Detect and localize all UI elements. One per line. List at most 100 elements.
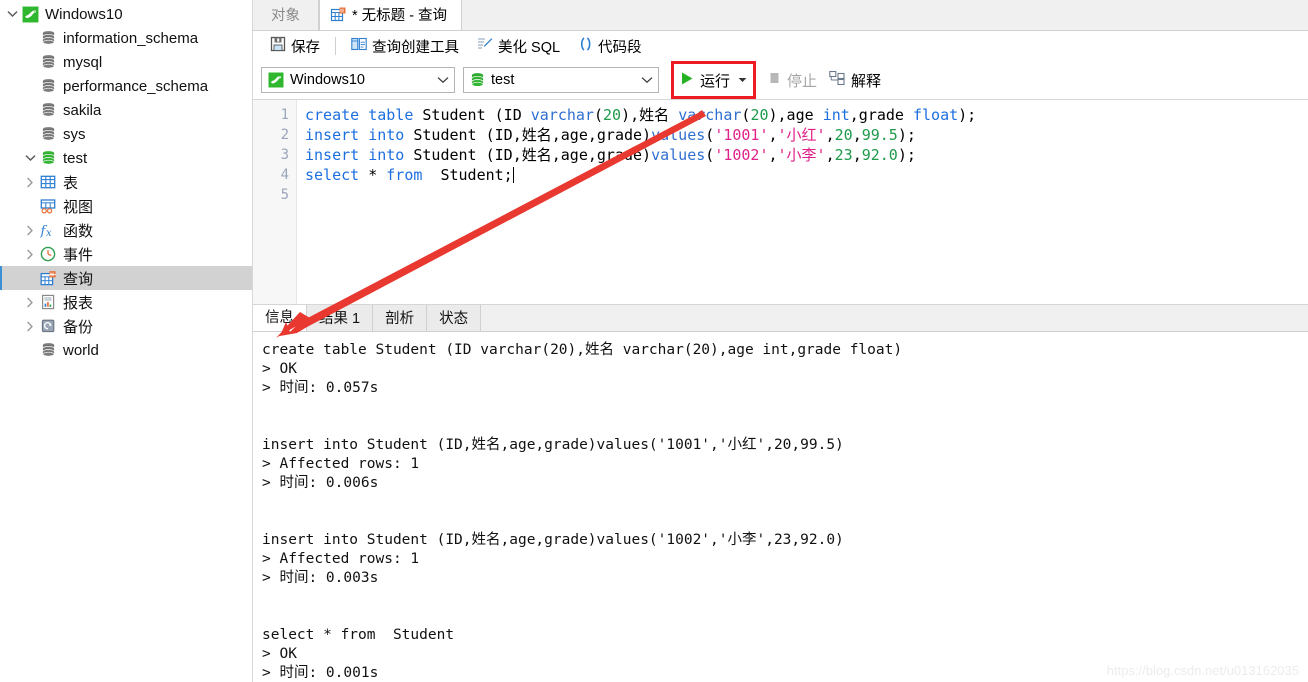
code-token: insert <box>305 125 360 144</box>
function-fx-icon: fx <box>38 222 58 238</box>
tree-item-label: information_schema <box>63 29 199 47</box>
watermark-text: https://blog.csdn.net/u013162035 <box>1106 663 1299 678</box>
beautify-sql-button[interactable]: 美化 SQL <box>468 33 569 59</box>
code-token: '1001' <box>714 125 769 144</box>
tree-item-test[interactable]: test <box>0 146 252 170</box>
tab-objects[interactable]: 对象 <box>253 0 319 30</box>
code-token: , <box>768 125 778 144</box>
tree-item-label: world <box>63 341 99 359</box>
main-pane: 对象 * 无标题 - 查询 保存 查询创建工具 美化 SQL 代码段 Windo… <box>253 0 1308 682</box>
tree-item-node[interactable]: 备份 <box>0 314 252 338</box>
tree-item-label: performance_schema <box>63 77 209 95</box>
code-token: '小李' <box>777 145 826 164</box>
table-icon <box>38 174 58 190</box>
result-tab-strip[interactable]: 信息 结果 1 剖析 状态 <box>253 303 1308 332</box>
explain-button[interactable]: 解释 <box>829 70 881 91</box>
code-token: ); <box>958 105 977 124</box>
tree-item-Windows10[interactable]: Windows10 <box>0 2 252 26</box>
code-line: create table Student (ID varchar(20),姓名 … <box>305 105 1308 125</box>
chevron-down-icon[interactable] <box>636 76 658 84</box>
tree-item-node[interactable]: 查询 <box>0 266 252 290</box>
run-button-highlight-box: 运行 <box>671 61 757 100</box>
chevron-right-icon[interactable] <box>22 297 38 308</box>
result-tab-0[interactable]: 信息 <box>253 303 307 331</box>
tab-query-untitled[interactable]: * 无标题 - 查询 <box>319 0 463 30</box>
tree-item-label: 查询 <box>63 270 94 288</box>
tree-item-label: 报表 <box>63 294 94 312</box>
snippet-label: 代码段 <box>598 39 642 56</box>
code-token: Student; <box>422 165 513 184</box>
stop-button: 停止 <box>768 70 817 91</box>
nav-app-window: Windows10 information_schemamysql performa… <box>0 0 1308 682</box>
tree-item-performance_schema[interactable]: performance_schema <box>0 74 252 98</box>
tree-item-label: Windows10 <box>45 5 123 23</box>
snippet-button[interactable]: 代码段 <box>569 33 651 59</box>
sql-code-area[interactable]: create table Student (ID varchar(20),姓名 … <box>297 100 1308 304</box>
tree-item-node[interactable]: 报表 <box>0 290 252 314</box>
connection-bar[interactable]: Windows10 test 运行 停止 解释 <box>253 61 1308 100</box>
mysql-dolphin-icon <box>20 6 40 23</box>
tree-item-node[interactable]: 表 <box>0 170 252 194</box>
chevron-right-icon[interactable] <box>22 177 38 188</box>
code-token: ( <box>594 105 604 124</box>
code-token: 99.5 <box>861 125 898 144</box>
code-token: '小红' <box>777 125 826 144</box>
database-icon-green <box>470 72 485 88</box>
tree-item-information_schema[interactable]: information_schema <box>0 26 252 50</box>
code-token: Student (ID,姓名,age,grade) <box>404 145 652 164</box>
caret-down-icon[interactable] <box>738 75 747 85</box>
tree-item-label: 函数 <box>63 222 94 240</box>
result-tab-1[interactable]: 结果 1 <box>307 304 374 331</box>
line-number: 1 <box>280 106 289 123</box>
chevron-down-icon[interactable] <box>4 10 20 18</box>
result-tab-label: 结果 1 <box>319 311 361 328</box>
code-token: 20 <box>834 125 853 144</box>
code-token: , <box>852 145 862 164</box>
tree-item-node[interactable]: f x 函数 <box>0 218 252 242</box>
code-token: values <box>651 125 706 144</box>
sql-editor[interactable]: 12345 create table Student (ID varchar(2… <box>253 99 1308 305</box>
connection-select[interactable]: Windows10 <box>261 67 455 94</box>
mysql-dolphin-icon <box>268 72 284 88</box>
code-token: 20 <box>750 105 769 124</box>
tree-item-node[interactable]: 事件 <box>0 242 252 266</box>
code-token: float <box>913 105 959 124</box>
message-log[interactable]: create table Student (ID varchar(20),姓名 … <box>253 331 1308 682</box>
tree-item-world[interactable]: world <box>0 338 252 362</box>
code-token: ,grade <box>849 105 913 124</box>
run-button[interactable]: 运行 <box>680 70 747 91</box>
save-button[interactable]: 保存 <box>261 33 329 59</box>
query-builder-button[interactable]: 查询创建工具 <box>342 33 468 59</box>
tab-query-untitled-label: * 无标题 - 查询 <box>352 7 448 24</box>
chevron-right-icon[interactable] <box>22 225 38 236</box>
database-icon-gray <box>38 78 58 94</box>
chevron-down-icon[interactable] <box>22 154 38 162</box>
view-icon <box>38 198 58 214</box>
code-token: 20 <box>603 105 622 124</box>
query-toolbar[interactable]: 保存 查询创建工具 美化 SQL 代码段 <box>253 31 1308 62</box>
chevron-right-icon[interactable] <box>22 321 38 332</box>
tree-item-sys[interactable]: sys <box>0 122 252 146</box>
connection-tree[interactable]: Windows10 information_schemamysql performa… <box>0 2 252 362</box>
code-token: create <box>305 105 360 124</box>
query-icon <box>38 270 58 287</box>
tree-item-label: sys <box>63 125 86 143</box>
result-tab-2[interactable]: 剖析 <box>373 304 428 331</box>
window-tab-strip[interactable]: 对象 * 无标题 - 查询 <box>253 0 1308 31</box>
result-tab-3[interactable]: 状态 <box>427 304 482 331</box>
beautify-pen-icon <box>477 36 493 56</box>
chevron-down-icon[interactable] <box>432 76 454 84</box>
code-token: select <box>305 165 360 184</box>
chevron-right-icon[interactable] <box>22 249 38 260</box>
tree-item-node[interactable]: 视图 <box>0 194 252 218</box>
database-select[interactable]: test <box>463 67 659 94</box>
tree-item-sakila[interactable]: sakila <box>0 98 252 122</box>
code-token: into <box>368 125 405 144</box>
play-triangle-icon <box>680 71 694 90</box>
code-token: int <box>822 105 850 124</box>
object-tree-sidebar[interactable]: Windows10 information_schemamysql performa… <box>0 0 253 682</box>
tree-item-mysql[interactable]: mysql <box>0 50 252 74</box>
toolbar-divider <box>335 37 336 56</box>
result-tab-label: 剖析 <box>385 311 415 328</box>
code-token: 92.0 <box>861 145 898 164</box>
